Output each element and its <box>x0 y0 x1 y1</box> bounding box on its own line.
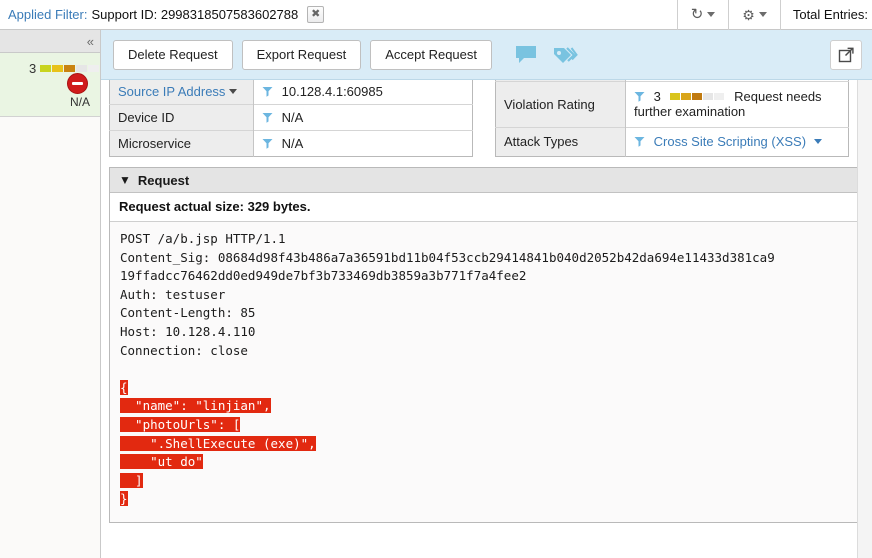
blocked-icon <box>67 73 88 94</box>
violation-rating-number: 3 <box>653 89 661 105</box>
event-summary-card[interactable]: 3 N/A <box>0 53 100 117</box>
filter-icon[interactable] <box>262 111 273 123</box>
detail-scroll-area[interactable]: Geolocation N/A Source IP Address <box>101 80 872 558</box>
filter-icon[interactable] <box>634 90 645 103</box>
source-ip-key-link[interactable]: Source IP Address <box>118 84 225 99</box>
total-entries-label: Total Entries: <box>792 7 868 22</box>
rail-rating-group: 3 <box>29 61 100 76</box>
comment-icon-svg <box>516 45 537 63</box>
comment-icon[interactable] <box>511 40 541 70</box>
violation-details-table: Time 2020-11-27 06:41:09 Violation Ratin… <box>495 80 849 157</box>
violation-highlight: "photoUrls": [ <box>120 416 241 432</box>
request-line-highlighted: { <box>110 379 863 398</box>
applied-filter-value: Support ID: 2998318507583602788 <box>91 7 299 22</box>
request-action-bar: Delete Request Export Request Accept Req… <box>101 30 872 80</box>
table-row: Source IP Address 10.128.4.1:60985 <box>109 80 473 105</box>
rail-empty-area <box>0 117 100 558</box>
double-chevron-left-icon[interactable]: « <box>87 35 94 48</box>
violation-highlight: { <box>120 379 128 395</box>
chevron-down-icon <box>758 12 767 17</box>
rail-status-text: N/A <box>69 95 90 109</box>
rail-rating-bar <box>40 65 100 72</box>
detail-pane: Delete Request Export Request Accept Req… <box>101 30 872 558</box>
microservice-value: N/A <box>281 136 304 151</box>
row-value: Cross Site Scripting (XSS) <box>625 126 849 157</box>
gear-icon: ⚙ <box>742 6 755 23</box>
row-key: Violation Rating <box>495 81 626 128</box>
request-panel-header[interactable]: ▼ Request <box>110 168 863 193</box>
request-line: Host: 10.128.4.110 <box>120 323 256 339</box>
violation-rating-bar <box>670 93 725 101</box>
request-line-highlighted: ] <box>110 472 863 491</box>
table-row: Attack Types Cross Site Scripting (XSS) <box>495 126 849 157</box>
applied-filter-group: Applied Filter: Support ID: 299831850758… <box>0 0 677 29</box>
detail-tables-row: Geolocation N/A Source IP Address <box>101 80 872 157</box>
row-key: Source IP Address <box>109 80 254 105</box>
request-line: POST /a/b.jsp HTTP/1.1 <box>120 231 286 246</box>
filter-icon[interactable] <box>634 135 645 148</box>
request-line: Connection: close <box>120 342 248 358</box>
delete-request-button[interactable]: Delete Request <box>113 39 233 70</box>
request-line-highlighted: "name": "linjian", <box>110 397 863 416</box>
refresh-icon: ↻ <box>690 6 704 23</box>
violation-rating-text: Request needs further examination <box>634 89 822 120</box>
export-request-button[interactable]: Export Request <box>241 39 362 70</box>
filter-icon[interactable] <box>262 85 273 97</box>
row-key: Device ID <box>109 104 254 131</box>
refresh-button[interactable]: ↻ <box>678 0 729 30</box>
chevron-down-icon[interactable] <box>813 139 822 145</box>
source-details-table: Geolocation N/A Source IP Address <box>109 80 473 157</box>
request-line-highlighted: "photoUrls": [ <box>110 416 863 435</box>
source-ip-value: 10.128.4.1:60985 <box>281 84 383 99</box>
open-in-new-window-icon-svg <box>838 47 854 63</box>
rail-rating-value: 3 <box>29 61 37 76</box>
applied-filter-bar: Applied Filter: Support ID: 299831850758… <box>0 0 872 30</box>
left-rail: « 3 N/A <box>0 30 101 558</box>
request-raw-body[interactable]: POST /a/b.jsp HTTP/1.1 Content_Sig: 08684… <box>110 222 863 522</box>
request-line: 19ffadcc76462dd0ed949de7bf3b733469db3859… <box>120 268 527 284</box>
violation-highlight: ".ShellExecute (exe)", <box>120 435 316 451</box>
violation-highlight: ] <box>120 472 143 488</box>
open-in-new-window-icon[interactable] <box>830 40 862 70</box>
filter-icon[interactable] <box>262 137 273 149</box>
row-value: N/A <box>253 104 473 131</box>
accept-request-button[interactable]: Accept Request <box>370 39 493 70</box>
request-line: Content_Sig: 08684d98f43b486a7a36591bd11… <box>120 249 775 265</box>
main-body: « 3 N/A Delete Request Export Request Ac… <box>0 30 872 558</box>
table-row: Device ID N/A <box>109 104 473 131</box>
chevron-down-icon[interactable] <box>229 89 238 94</box>
chevron-down-icon <box>707 12 716 17</box>
chevron-down-icon[interactable]: ▼ <box>119 174 131 186</box>
request-line-highlighted: } <box>110 490 863 509</box>
row-value: N/A <box>253 130 473 157</box>
request-panel-title: Request <box>137 172 190 188</box>
request-line-highlighted: "ut do" <box>110 453 863 472</box>
tag-icon-svg <box>554 46 578 63</box>
device-id-value: N/A <box>281 110 304 125</box>
applied-filter-label: Applied Filter: <box>8 7 88 22</box>
table-row: Violation Rating 3 Request needs further… <box>495 81 849 128</box>
row-key: Microservice <box>109 130 254 157</box>
request-size-text: Request actual size: 329 bytes. <box>110 193 863 222</box>
violation-highlight: "ut do" <box>120 454 203 470</box>
tag-icon[interactable] <box>550 40 580 70</box>
table-row: Microservice N/A <box>109 130 473 157</box>
request-panel: ▼ Request Request actual size: 329 bytes… <box>109 167 864 523</box>
row-value: 3 Request needs further examination <box>625 81 849 128</box>
detail-vertical-scrollbar[interactable] <box>857 80 872 558</box>
rail-header: « <box>0 30 100 53</box>
violation-highlight: "name": "linjian", <box>120 398 271 414</box>
request-blank-line <box>110 360 863 379</box>
request-line: Auth: testuser <box>120 286 226 302</box>
attack-type-link[interactable]: Cross Site Scripting (XSS) <box>654 134 806 149</box>
row-key: Attack Types <box>495 126 626 157</box>
settings-button[interactable]: ⚙ <box>729 0 780 30</box>
violation-highlight: } <box>120 491 128 507</box>
close-icon[interactable]: ✖ <box>307 6 325 23</box>
request-line-highlighted: ".ShellExecute (exe)", <box>110 435 863 454</box>
request-line: Content-Length: 85 <box>120 305 256 321</box>
row-value: 10.128.4.1:60985 <box>253 80 473 105</box>
